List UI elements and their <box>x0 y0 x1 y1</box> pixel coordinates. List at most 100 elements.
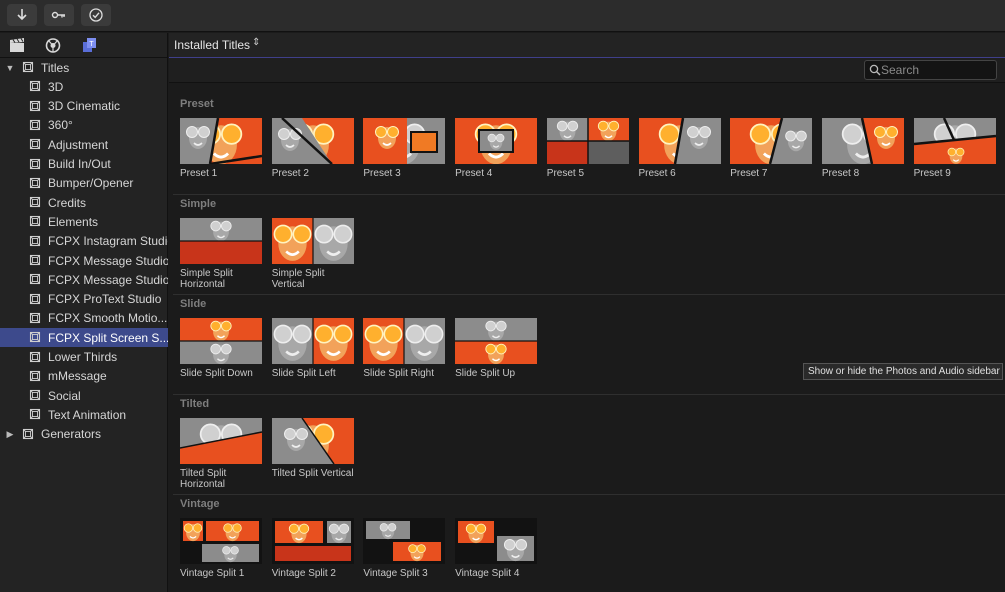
sidebar-item[interactable]: Credits <box>0 193 168 212</box>
import-arrow-icon <box>17 9 27 21</box>
sidebar-item[interactable]: 3D <box>0 77 168 96</box>
browser-title[interactable]: Installed Titles <box>174 38 250 52</box>
title-category-icon <box>29 100 41 112</box>
sidebar-item[interactable]: Bumper/Opener <box>0 174 168 193</box>
title-category-icon <box>29 138 41 150</box>
title-label: Simple Split Horizontal <box>180 268 233 290</box>
tab-titles-generators[interactable]: T <box>80 37 98 54</box>
title-label: Slide Split Up <box>455 368 516 379</box>
section-title: Vintage <box>180 498 220 510</box>
title-category-icon <box>29 177 41 189</box>
tree-item-label: FCPX Instagram Studio <box>48 234 168 249</box>
tree-item-label: FCPX ProText Studio <box>48 292 162 307</box>
title-thumbnail[interactable] <box>271 218 354 264</box>
sidebar-item[interactable]: FCPX ProText Studio <box>0 290 168 309</box>
title-thumbnail[interactable] <box>180 418 262 464</box>
title-category-icon <box>29 312 41 324</box>
section-title: Preset <box>180 98 214 110</box>
title-thumbnail[interactable] <box>363 118 446 164</box>
import-button[interactable] <box>7 4 37 26</box>
title-category-icon <box>29 254 41 266</box>
title-thumbnail[interactable] <box>455 118 538 164</box>
tab-photos-audio[interactable] <box>44 37 62 54</box>
tree-item-label: Titles <box>41 60 70 75</box>
titles-generators-icon: T <box>83 38 96 52</box>
search-box[interactable] <box>864 60 997 80</box>
title-label: Vintage Split 1 <box>180 568 245 579</box>
section-title: Tilted <box>180 398 210 410</box>
disclosure-expanded-icon[interactable]: ▼ <box>5 63 15 73</box>
section-title: Simple <box>180 198 217 210</box>
checkmark-circle-icon <box>89 8 103 22</box>
sidebar-tabs: T <box>0 33 168 58</box>
tree-item-label: FCPX Split Screen S... <box>48 330 168 345</box>
background-tasks-button[interactable] <box>81 4 111 26</box>
tree-item-label: Text Animation <box>48 407 127 422</box>
sidebar-item[interactable]: Adjustment <box>0 135 168 154</box>
title-label: Preset 3 <box>363 168 401 179</box>
sidebar-item[interactable]: FCPX Message Studio <box>0 251 168 270</box>
sidebar-item[interactable]: FCPX Smooth Motio... <box>0 309 168 328</box>
title-thumbnail[interactable] <box>638 118 721 164</box>
generators-icon <box>22 428 34 440</box>
keyword-button[interactable] <box>44 4 74 26</box>
title-thumbnail[interactable] <box>730 118 813 164</box>
sidebar-item[interactable]: Social <box>0 386 168 405</box>
title-label: Preset 7 <box>730 168 768 179</box>
browser-header: Installed Titles ⇕ <box>169 33 1005 58</box>
chevron-updown-icon[interactable]: ⇕ <box>252 37 260 48</box>
title-thumbnail[interactable] <box>180 118 262 164</box>
tab-libraries[interactable] <box>8 37 26 54</box>
title-category-icon <box>29 119 41 131</box>
title-thumbnail[interactable] <box>271 518 354 564</box>
title-thumbnail[interactable] <box>821 118 904 164</box>
title-category-icon <box>29 408 41 420</box>
section-title: Slide <box>180 298 207 310</box>
title-thumbnail[interactable] <box>546 118 629 164</box>
sidebar-item[interactable]: Lower Thirds <box>0 348 168 367</box>
sidebar-item[interactable]: 360° <box>0 116 168 135</box>
title-category-icon <box>29 158 41 170</box>
search-input[interactable] <box>881 62 993 78</box>
title-thumbnail[interactable] <box>180 318 262 364</box>
sidebar-item[interactable]: 3D Cinematic <box>0 97 168 116</box>
sidebar-item[interactable]: FCPX Message Studio ( <box>0 270 168 289</box>
title-thumbnail[interactable] <box>455 518 538 564</box>
sidebar-item[interactable]: Elements <box>0 212 168 231</box>
title-thumbnail[interactable] <box>363 518 446 564</box>
tree-item-label: Lower Thirds <box>48 350 118 364</box>
title-thumbnail[interactable] <box>180 518 262 564</box>
sidebar-item[interactable]: Text Animation <box>0 405 168 424</box>
title-category-icon <box>29 196 41 208</box>
title-thumbnail[interactable] <box>455 318 538 364</box>
title-category-icon <box>29 215 41 227</box>
title-thumbnail[interactable] <box>913 118 996 164</box>
tree-item-label: FCPX Smooth Motio... <box>48 311 168 326</box>
title-label: Slide Split Right <box>363 368 434 379</box>
sidebar-item[interactable]: FCPX Instagram Studio <box>0 232 168 251</box>
title-label: Tilted Split Horizontal <box>180 468 227 490</box>
title-thumbnail[interactable] <box>271 318 354 364</box>
title-thumbnail[interactable] <box>363 318 446 364</box>
tree-item-label: mMessage <box>48 369 107 384</box>
section-divider <box>173 194 1005 195</box>
title-label: Preset 4 <box>455 168 493 179</box>
tree-item-label: 3D Cinematic <box>48 99 121 114</box>
title-category-icon <box>29 273 41 285</box>
key-icon <box>51 11 65 19</box>
section-divider <box>173 394 1005 395</box>
tree-item-label: Build In/Out <box>48 157 111 171</box>
disclosure-collapsed-icon[interactable]: ▶ <box>5 429 15 440</box>
title-thumbnail[interactable] <box>271 118 354 164</box>
sidebar-item[interactable]: Build In/Out <box>0 155 168 174</box>
sidebar-item[interactable]: FCPX Split Screen S... <box>0 328 168 348</box>
title-thumbnail[interactable] <box>180 218 262 264</box>
title-thumbnail[interactable] <box>271 418 354 464</box>
tree-item-label: 360° <box>48 118 73 133</box>
sidebar-item[interactable]: mMessage <box>0 367 168 386</box>
titles-icon <box>22 61 34 73</box>
tree-root-titles[interactable]: ▼ Titles <box>0 58 168 77</box>
titles-grid: Preset Preset 1 Preset 2 Preset 3 Preset… <box>169 84 1005 592</box>
tree-item-label: FCPX Message Studio <box>48 253 168 268</box>
tree-root-generators[interactable]: ▶ Generators <box>0 425 168 444</box>
